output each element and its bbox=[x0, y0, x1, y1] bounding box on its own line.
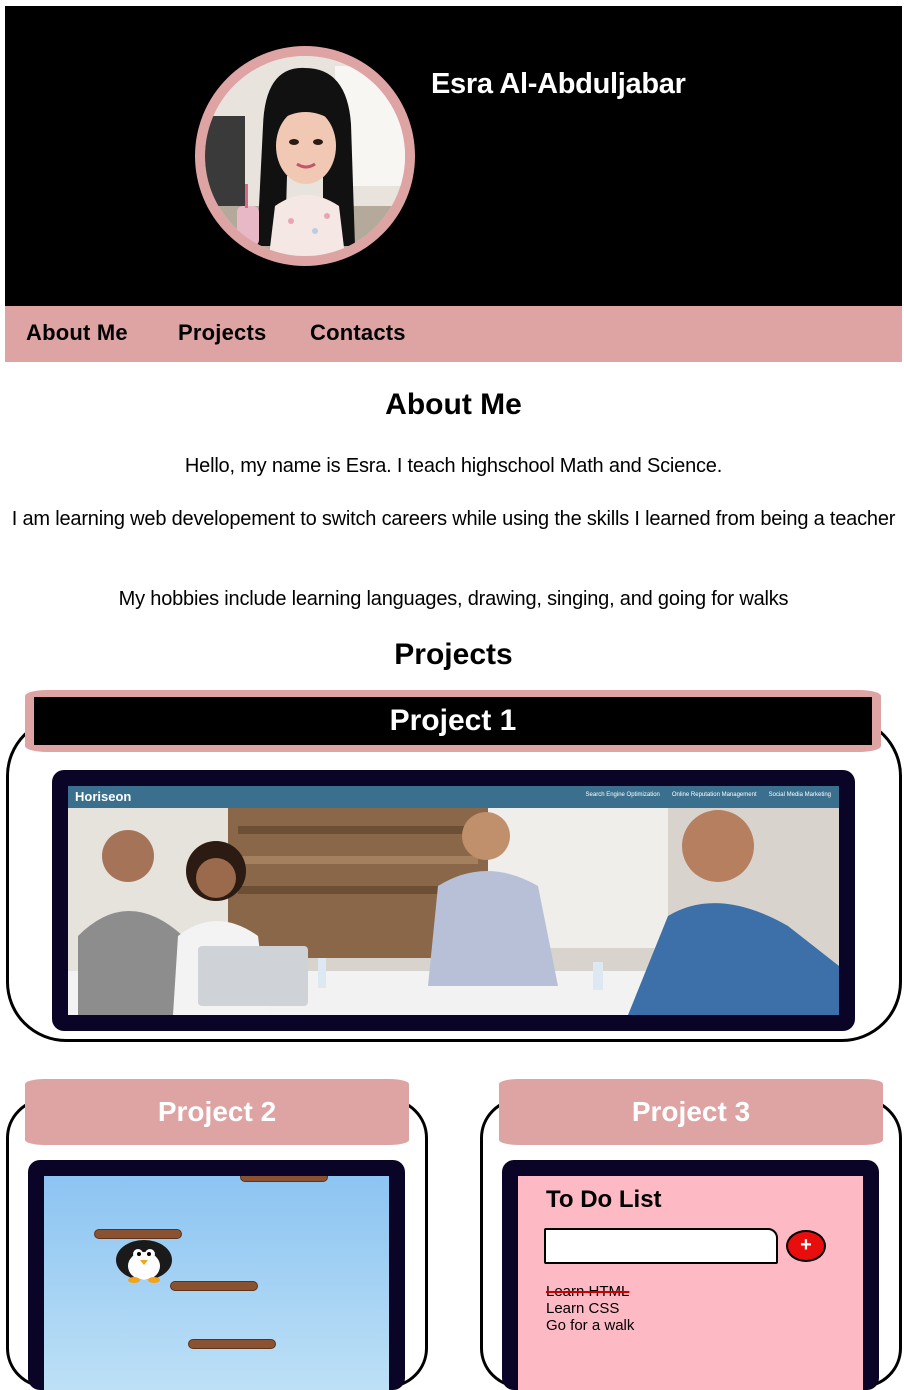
project-1-screenshot: Horiseon Search Engine Optimization Onli… bbox=[68, 786, 839, 1015]
todo-item-done: Learn HTML bbox=[546, 1283, 630, 1300]
horiseon-nav-social: Social Media Marketing bbox=[768, 792, 831, 798]
profile-avatar bbox=[195, 46, 415, 266]
project-3-preview-frame[interactable]: To Do List + Learn HTML Learn CSS Go for… bbox=[502, 1160, 879, 1390]
office-photo-illustration bbox=[68, 786, 839, 1015]
game-platform bbox=[240, 1176, 328, 1182]
horiseon-nav-reputation: Online Reputation Management bbox=[671, 792, 757, 798]
profile-photo bbox=[205, 56, 405, 256]
profile-photo-illustration bbox=[205, 56, 405, 256]
game-platform bbox=[170, 1281, 258, 1291]
nav-link-about-me[interactable]: About Me bbox=[26, 320, 128, 346]
todo-add-button: + bbox=[786, 1230, 826, 1262]
project-1-title: Project 1 bbox=[34, 697, 872, 745]
project-1-preview-frame[interactable]: Horiseon Search Engine Optimization Onli… bbox=[52, 770, 855, 1031]
main-nav: About Me Projects Contacts bbox=[5, 306, 902, 362]
about-paragraph-hobbies: My hobbies include learning languages, d… bbox=[118, 588, 789, 610]
projects-heading: Projects bbox=[394, 638, 513, 671]
todo-item: Learn CSS bbox=[546, 1300, 620, 1317]
project-1-tab: Project 1 bbox=[25, 690, 881, 752]
project-2-title: Project 2 bbox=[25, 1079, 409, 1145]
project-3-title: Project 3 bbox=[499, 1079, 883, 1145]
project-2-screenshot bbox=[44, 1176, 389, 1390]
todo-input bbox=[544, 1228, 778, 1264]
game-platform bbox=[188, 1339, 276, 1349]
about-paragraph-career: I am learning web developement to switch… bbox=[11, 508, 896, 530]
project-3-screenshot: To Do List + Learn HTML Learn CSS Go for… bbox=[518, 1176, 863, 1390]
penguin-sprite-icon bbox=[116, 1240, 172, 1283]
horiseon-nav: Search Engine Optimization Online Reputa… bbox=[586, 792, 831, 798]
project-2-preview-frame[interactable] bbox=[28, 1160, 405, 1390]
about-paragraph-intro: Hello, my name is Esra. I teach highscho… bbox=[184, 455, 723, 477]
site-owner-name: Esra Al-Abduljabar bbox=[431, 68, 686, 100]
nav-link-contacts[interactable]: Contacts bbox=[310, 320, 406, 346]
nav-link-projects[interactable]: Projects bbox=[178, 320, 266, 346]
horiseon-header-bar: Horiseon Search Engine Optimization Onli… bbox=[68, 786, 839, 808]
horiseon-nav-seo: Search Engine Optimization bbox=[585, 792, 660, 798]
horiseon-logo: Horiseon bbox=[75, 789, 132, 804]
todo-title: To Do List bbox=[546, 1186, 662, 1213]
site-header: Esra Al-Abduljabar bbox=[5, 6, 902, 306]
about-heading: About Me bbox=[385, 388, 522, 421]
todo-item: Go for a walk bbox=[546, 1317, 635, 1334]
